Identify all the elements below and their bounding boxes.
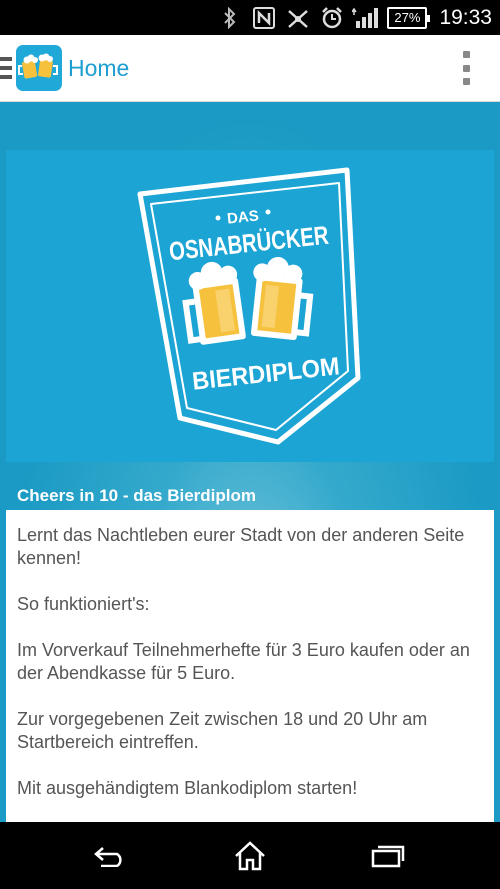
- paragraph: Im Vorverkauf Teilnehmerhefte für 3 Euro…: [17, 640, 470, 683]
- paragraph: So funktioniert's:: [17, 594, 150, 614]
- home-icon[interactable]: [230, 838, 270, 874]
- paragraph: Zur vorgegebenen Zeit zwischen 18 und 20…: [17, 709, 428, 752]
- paragraph: Mit ausgehändigtem Blankodiplom starten!: [17, 778, 358, 798]
- bluetooth-icon: [215, 0, 245, 35]
- drawer-toggle-icon[interactable]: [0, 57, 12, 79]
- section-headline: Cheers in 10 - das Bierdiplom: [17, 486, 257, 505]
- status-bar: 27% 19:33: [0, 0, 500, 35]
- nfc-icon: [249, 0, 279, 35]
- recents-icon[interactable]: [368, 838, 408, 874]
- badge-line1: DAS: [226, 207, 259, 227]
- battery-indicator: 27%: [387, 6, 431, 29]
- app-logo-icon[interactable]: [16, 45, 62, 91]
- alarm-icon: [317, 0, 347, 35]
- badge-line3: BIERDIPLOM: [191, 352, 341, 395]
- back-icon[interactable]: [90, 838, 130, 874]
- bierdiplom-badge-icon: DAS OSNABRÜCKER BIERDIPLOM: [137, 167, 361, 445]
- paragraph: Lernt das Nachtleben eurer Stadt von der…: [17, 525, 465, 568]
- mute-icon: [283, 0, 313, 35]
- signal-icon: [351, 0, 381, 35]
- action-bar: Home: [0, 35, 500, 102]
- page-title: Home: [68, 55, 130, 81]
- main-content: DAS OSNABRÜCKER BIERDIPLOM Cheers in 10 …: [0, 102, 500, 822]
- status-clock: 19:33: [439, 5, 492, 29]
- navigation-bar: [0, 822, 500, 889]
- badge-line2: OSNABRÜCKER: [168, 220, 330, 267]
- overflow-menu-icon[interactable]: [458, 51, 474, 85]
- description-card: Lernt das Nachtleben eurer Stadt von der…: [6, 510, 494, 822]
- bierdiplom-banner: DAS OSNABRÜCKER BIERDIPLOM: [6, 150, 494, 462]
